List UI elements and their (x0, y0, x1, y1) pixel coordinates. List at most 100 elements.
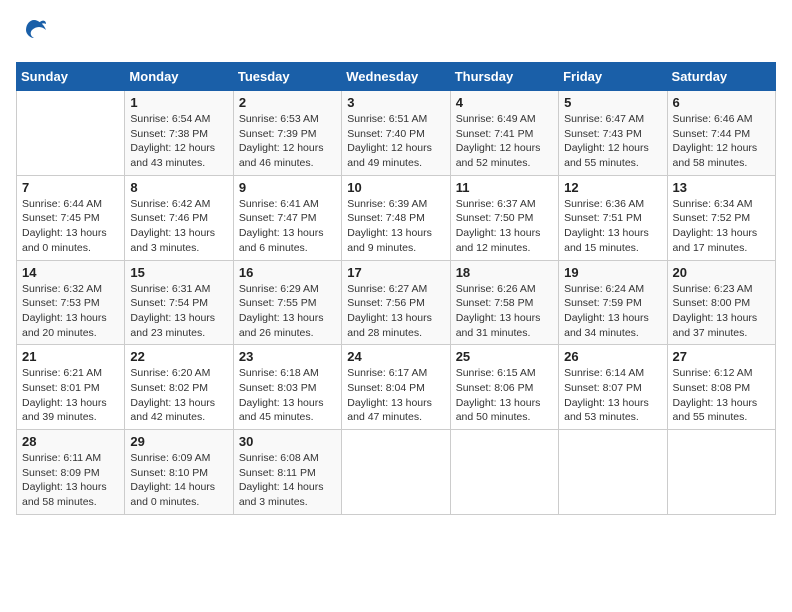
day-info: Sunrise: 6:51 AM Sunset: 7:40 PM Dayligh… (347, 112, 444, 171)
day-number: 27 (673, 349, 770, 364)
calendar-cell: 30 Sunrise: 6:08 AM Sunset: 8:11 PM Dayli… (233, 430, 341, 515)
day-number: 28 (22, 434, 119, 449)
calendar-cell (450, 430, 558, 515)
calendar-cell: 9 Sunrise: 6:41 AM Sunset: 7:47 PM Daylig… (233, 175, 341, 260)
calendar-cell: 12 Sunrise: 6:36 AM Sunset: 7:51 PM Dayli… (559, 175, 667, 260)
day-number: 12 (564, 180, 661, 195)
calendar-cell: 19 Sunrise: 6:24 AM Sunset: 7:59 PM Dayli… (559, 260, 667, 345)
day-number: 13 (673, 180, 770, 195)
day-number: 19 (564, 265, 661, 280)
day-info: Sunrise: 6:53 AM Sunset: 7:39 PM Dayligh… (239, 112, 336, 171)
day-info: Sunrise: 6:42 AM Sunset: 7:46 PM Dayligh… (130, 197, 227, 256)
day-number: 30 (239, 434, 336, 449)
calendar-cell (17, 91, 125, 176)
day-info: Sunrise: 6:39 AM Sunset: 7:48 PM Dayligh… (347, 197, 444, 256)
day-number: 4 (456, 95, 553, 110)
logo-bird-icon (20, 16, 48, 50)
calendar-cell: 5 Sunrise: 6:47 AM Sunset: 7:43 PM Daylig… (559, 91, 667, 176)
day-info: Sunrise: 6:24 AM Sunset: 7:59 PM Dayligh… (564, 282, 661, 341)
page-header (16, 16, 776, 50)
day-info: Sunrise: 6:17 AM Sunset: 8:04 PM Dayligh… (347, 366, 444, 425)
day-info: Sunrise: 6:27 AM Sunset: 7:56 PM Dayligh… (347, 282, 444, 341)
calendar-cell: 22 Sunrise: 6:20 AM Sunset: 8:02 PM Dayli… (125, 345, 233, 430)
day-info: Sunrise: 6:31 AM Sunset: 7:54 PM Dayligh… (130, 282, 227, 341)
day-info: Sunrise: 6:46 AM Sunset: 7:44 PM Dayligh… (673, 112, 770, 171)
calendar-cell: 13 Sunrise: 6:34 AM Sunset: 7:52 PM Dayli… (667, 175, 775, 260)
calendar-cell: 2 Sunrise: 6:53 AM Sunset: 7:39 PM Daylig… (233, 91, 341, 176)
day-number: 21 (22, 349, 119, 364)
logo (16, 16, 48, 50)
calendar-cell: 29 Sunrise: 6:09 AM Sunset: 8:10 PM Dayli… (125, 430, 233, 515)
weekday-header: Saturday (667, 63, 775, 91)
day-info: Sunrise: 6:21 AM Sunset: 8:01 PM Dayligh… (22, 366, 119, 425)
calendar-cell: 15Sunrise: 6:31 AM Sunset: 7:54 PM Dayli… (125, 260, 233, 345)
calendar-cell: 8 Sunrise: 6:42 AM Sunset: 7:46 PM Daylig… (125, 175, 233, 260)
day-info: Sunrise: 6:37 AM Sunset: 7:50 PM Dayligh… (456, 197, 553, 256)
calendar-cell (559, 430, 667, 515)
day-info: Sunrise: 6:20 AM Sunset: 8:02 PM Dayligh… (130, 366, 227, 425)
day-number: 5 (564, 95, 661, 110)
day-number: 6 (673, 95, 770, 110)
day-info: Sunrise: 6:12 AM Sunset: 8:08 PM Dayligh… (673, 366, 770, 425)
calendar-cell: 6 Sunrise: 6:46 AM Sunset: 7:44 PM Daylig… (667, 91, 775, 176)
calendar-cell: 28 Sunrise: 6:11 AM Sunset: 8:09 PM Dayli… (17, 430, 125, 515)
day-info: Sunrise: 6:54 AM Sunset: 7:38 PM Dayligh… (130, 112, 227, 171)
day-number: 2 (239, 95, 336, 110)
weekday-header: Wednesday (342, 63, 450, 91)
day-number: 3 (347, 95, 444, 110)
day-info: Sunrise: 6:15 AM Sunset: 8:06 PM Dayligh… (456, 366, 553, 425)
day-number: 22 (130, 349, 227, 364)
day-number: 1 (130, 95, 227, 110)
day-info: Sunrise: 6:49 AM Sunset: 7:41 PM Dayligh… (456, 112, 553, 171)
day-number: 16 (239, 265, 336, 280)
calendar-cell: 17 Sunrise: 6:27 AM Sunset: 7:56 PM Dayli… (342, 260, 450, 345)
day-info: Sunrise: 6:29 AM Sunset: 7:55 PM Dayligh… (239, 282, 336, 341)
day-info: Sunrise: 6:26 AM Sunset: 7:58 PM Dayligh… (456, 282, 553, 341)
calendar-table: SundayMondayTuesdayWednesdayThursdayFrid… (16, 62, 776, 515)
day-info: Sunrise: 6:11 AM Sunset: 8:09 PM Dayligh… (22, 451, 119, 510)
day-info: Sunrise: 6:47 AM Sunset: 7:43 PM Dayligh… (564, 112, 661, 171)
day-number: 9 (239, 180, 336, 195)
calendar-cell: 21 Sunrise: 6:21 AM Sunset: 8:01 PM Dayli… (17, 345, 125, 430)
day-info: Sunrise: 6:18 AM Sunset: 8:03 PM Dayligh… (239, 366, 336, 425)
calendar-cell: 11 Sunrise: 6:37 AM Sunset: 7:50 PM Dayli… (450, 175, 558, 260)
day-number: 24 (347, 349, 444, 364)
day-info: Sunrise: 6:08 AM Sunset: 8:11 PM Dayligh… (239, 451, 336, 510)
day-number: 10 (347, 180, 444, 195)
calendar-cell: 10 Sunrise: 6:39 AM Sunset: 7:48 PM Dayli… (342, 175, 450, 260)
day-info: Sunrise: 6:34 AM Sunset: 7:52 PM Dayligh… (673, 197, 770, 256)
calendar-cell: 24 Sunrise: 6:17 AM Sunset: 8:04 PM Dayli… (342, 345, 450, 430)
calendar-cell: 14 Sunrise: 6:32 AM Sunset: 7:53 PM Dayli… (17, 260, 125, 345)
calendar-cell: 20 Sunrise: 6:23 AM Sunset: 8:00 PM Dayli… (667, 260, 775, 345)
calendar-cell: 16 Sunrise: 6:29 AM Sunset: 7:55 PM Dayli… (233, 260, 341, 345)
day-number: 8 (130, 180, 227, 195)
day-info: Sunrise: 6:14 AM Sunset: 8:07 PM Dayligh… (564, 366, 661, 425)
day-number: 29 (130, 434, 227, 449)
calendar-cell: 7Sunrise: 6:44 AM Sunset: 7:45 PM Daylig… (17, 175, 125, 260)
calendar-cell: 26 Sunrise: 6:14 AM Sunset: 8:07 PM Dayli… (559, 345, 667, 430)
day-number: 25 (456, 349, 553, 364)
day-info: Sunrise: 6:09 AM Sunset: 8:10 PM Dayligh… (130, 451, 227, 510)
day-number: 18 (456, 265, 553, 280)
day-info: Sunrise: 6:41 AM Sunset: 7:47 PM Dayligh… (239, 197, 336, 256)
day-info: Sunrise: 6:23 AM Sunset: 8:00 PM Dayligh… (673, 282, 770, 341)
weekday-header: Friday (559, 63, 667, 91)
calendar-cell (342, 430, 450, 515)
calendar-cell: 1 Sunrise: 6:54 AM Sunset: 7:38 PM Daylig… (125, 91, 233, 176)
calendar-cell: 25 Sunrise: 6:15 AM Sunset: 8:06 PM Dayli… (450, 345, 558, 430)
calendar-cell: 4 Sunrise: 6:49 AM Sunset: 7:41 PM Daylig… (450, 91, 558, 176)
weekday-header: Sunday (17, 63, 125, 91)
day-number: 11 (456, 180, 553, 195)
day-number: 7 (22, 180, 119, 195)
day-number: 14 (22, 265, 119, 280)
weekday-header: Thursday (450, 63, 558, 91)
day-number: 17 (347, 265, 444, 280)
day-info: Sunrise: 6:36 AM Sunset: 7:51 PM Dayligh… (564, 197, 661, 256)
day-number: 20 (673, 265, 770, 280)
calendar-cell: 23 Sunrise: 6:18 AM Sunset: 8:03 PM Dayli… (233, 345, 341, 430)
weekday-header: Monday (125, 63, 233, 91)
day-number: 26 (564, 349, 661, 364)
day-info: Sunrise: 6:32 AM Sunset: 7:53 PM Dayligh… (22, 282, 119, 341)
day-number: 23 (239, 349, 336, 364)
weekday-header: Tuesday (233, 63, 341, 91)
